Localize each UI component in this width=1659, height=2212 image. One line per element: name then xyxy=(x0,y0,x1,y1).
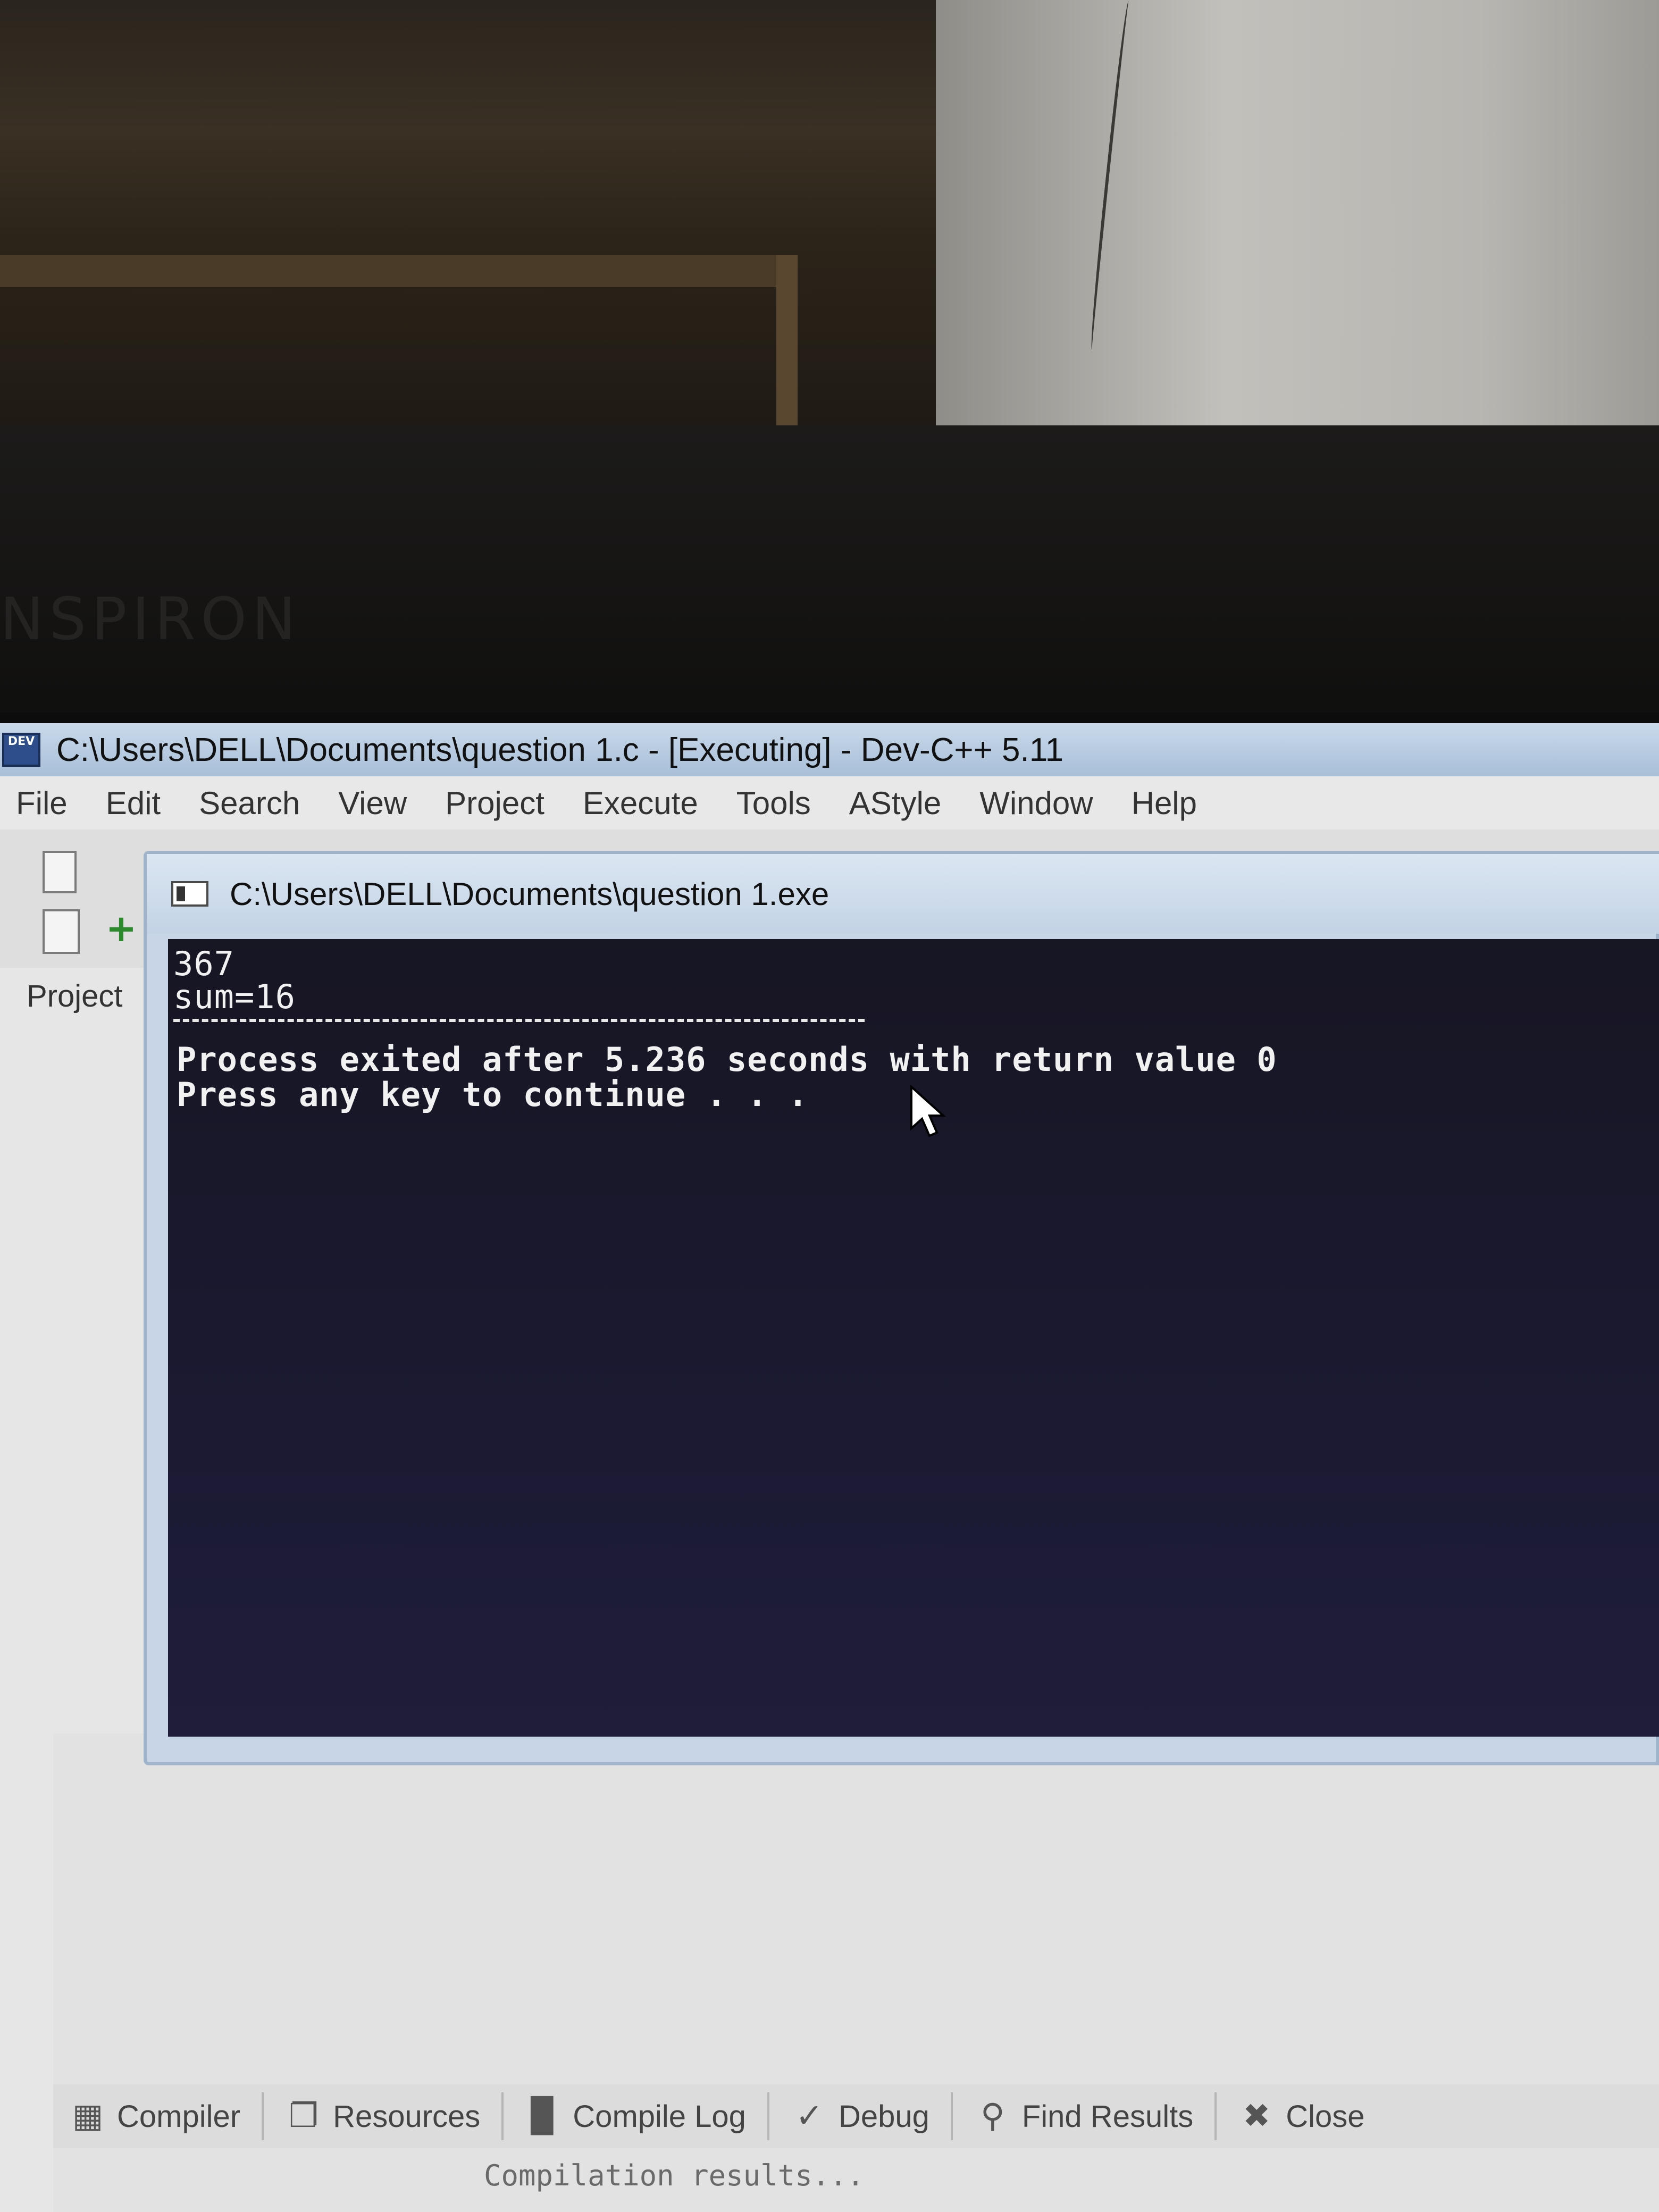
tab-close-label: Close xyxy=(1286,2099,1365,2134)
console-line: sum=16 xyxy=(173,977,296,1016)
menu-bar: File Edit Search View Project Execute To… xyxy=(0,776,1659,830)
menu-window[interactable]: Window xyxy=(979,785,1093,822)
console-output[interactable]: 367 sum=16 Process exited after 5.236 se… xyxy=(168,939,1659,1737)
laptop-brand: NSPIRON xyxy=(0,585,301,653)
tab-find-results-label: Find Results xyxy=(1021,2099,1194,2134)
find-icon: ⚲ xyxy=(981,2098,1005,2134)
tab-find-results[interactable]: ⚲ Find Results xyxy=(974,2098,1193,2135)
devcpp-app-icon: DEV xyxy=(2,733,40,767)
console-icon xyxy=(171,881,208,907)
console-line: Press any key to continue . . . xyxy=(177,1075,809,1114)
tab-resources-label: Resources xyxy=(333,2099,481,2134)
wall xyxy=(936,0,1659,436)
mouse-cursor-icon xyxy=(910,1084,946,1137)
shelf-post xyxy=(776,255,798,436)
compile-status: Compilation results... xyxy=(484,2159,865,2192)
tab-separator xyxy=(767,2092,769,2140)
tab-project[interactable]: Project xyxy=(27,978,123,1014)
devcpp-window-title: C:\Users\DELL\Documents\question 1.c - [… xyxy=(56,731,1064,768)
tab-debug-label: Debug xyxy=(838,2099,929,2134)
tab-close[interactable]: ✖ Close xyxy=(1238,2098,1364,2135)
console-line: Process exited after 5.236 seconds with … xyxy=(177,1040,1277,1079)
check-icon: ✓ xyxy=(795,2098,823,2134)
menu-project[interactable]: Project xyxy=(445,785,544,822)
project-button[interactable] xyxy=(43,909,80,954)
tab-separator xyxy=(262,2092,264,2140)
console-window[interactable]: C:\Users\DELL\Documents\question 1.exe 3… xyxy=(144,851,1659,1765)
menu-astyle[interactable]: AStyle xyxy=(849,785,941,822)
menu-tools[interactable]: Tools xyxy=(736,785,811,822)
app-icon-label: DEV xyxy=(7,735,35,748)
menu-help[interactable]: Help xyxy=(1132,785,1197,822)
add-to-project-icon[interactable]: + xyxy=(104,909,138,948)
grid-icon: ▦ xyxy=(72,2098,104,2134)
console-titlebar[interactable]: C:\Users\DELL\Documents\question 1.exe xyxy=(147,854,1659,934)
tab-separator xyxy=(1214,2092,1217,2140)
menu-file[interactable]: File xyxy=(16,785,68,822)
menu-execute[interactable]: Execute xyxy=(583,785,698,822)
tab-compiler[interactable]: ▦ Compiler xyxy=(69,2098,240,2135)
new-file-button[interactable] xyxy=(43,851,77,893)
tab-resources[interactable]: ❐ Resources xyxy=(285,2098,480,2135)
tab-compiler-label: Compiler xyxy=(117,2099,241,2134)
bar-chart-icon: ▉ xyxy=(531,2098,557,2134)
menu-edit[interactable]: Edit xyxy=(106,785,161,822)
tab-separator xyxy=(950,2092,953,2140)
menu-search[interactable]: Search xyxy=(199,785,300,822)
tab-compile-log[interactable]: ▉ Compile Log xyxy=(525,2098,746,2135)
resources-icon: ❐ xyxy=(289,2098,319,2134)
photo-scene: NSPIRON DEV C:\Users\DELL\Documents\ques… xyxy=(0,0,1659,2212)
tab-separator xyxy=(501,2092,504,2140)
console-window-title: C:\Users\DELL\Documents\question 1.exe xyxy=(230,876,830,912)
menu-view[interactable]: View xyxy=(338,785,407,822)
console-divider xyxy=(173,1019,865,1022)
devcpp-titlebar[interactable]: DEV C:\Users\DELL\Documents\question 1.c… xyxy=(0,723,1659,776)
tab-compile-log-label: Compile Log xyxy=(573,2099,746,2134)
close-icon: ✖ xyxy=(1243,2098,1271,2134)
tab-debug[interactable]: ✓ Debug xyxy=(791,2098,929,2135)
laptop-bezel xyxy=(0,425,1659,723)
bottom-tab-bar: ▦ Compiler ❐ Resources ▉ Compile Log ✓ D… xyxy=(53,2084,1659,2148)
shelf-board xyxy=(0,255,798,287)
